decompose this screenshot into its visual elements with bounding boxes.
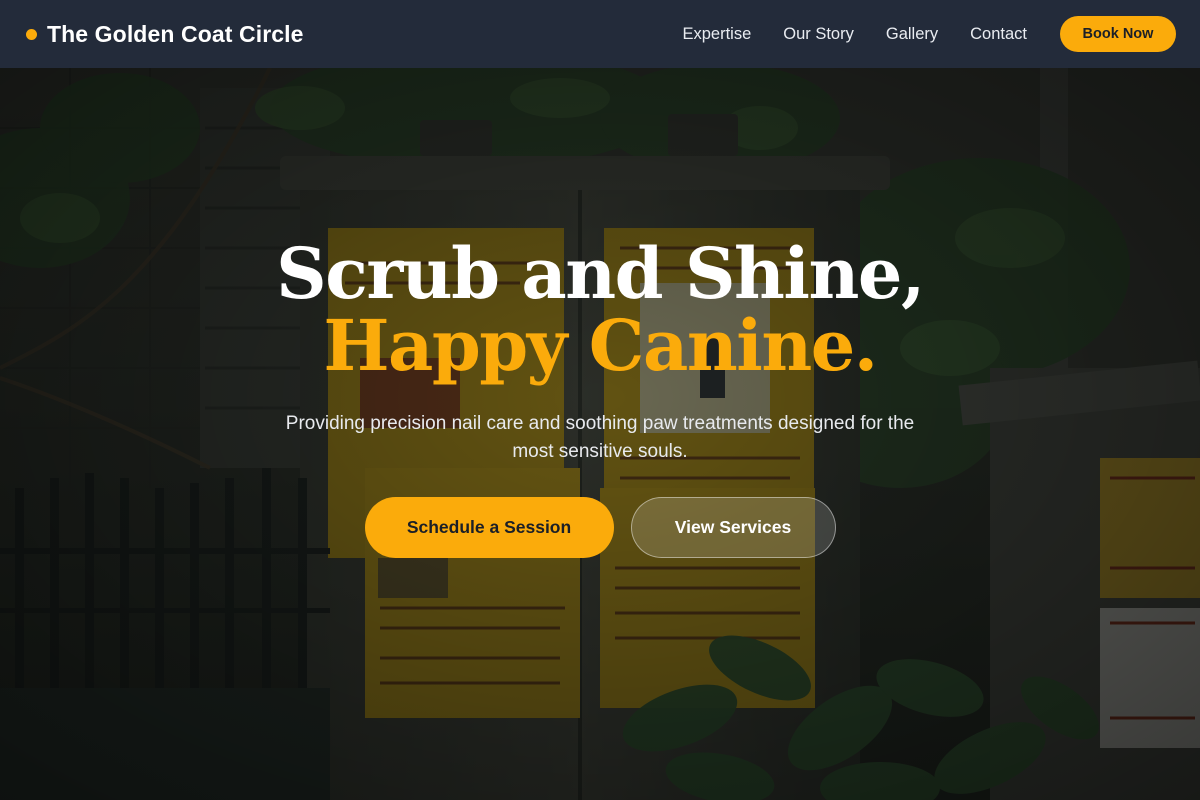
book-now-button[interactable]: Book Now bbox=[1060, 16, 1176, 52]
hero-headline: Scrub and Shine, Happy Canine. bbox=[0, 238, 1200, 382]
nav-link-gallery[interactable]: Gallery bbox=[886, 25, 938, 44]
nav-link-contact[interactable]: Contact bbox=[970, 25, 1027, 44]
schedule-session-button[interactable]: Schedule a Session bbox=[364, 497, 614, 558]
hero-subtitle: Providing precision nail care and soothi… bbox=[285, 413, 915, 462]
navbar: The Golden Coat Circle Expertise Our Sto… bbox=[0, 0, 1200, 68]
brand[interactable]: The Golden Coat Circle bbox=[26, 21, 304, 48]
main-nav: Expertise Our Story Gallery Contact Book… bbox=[682, 16, 1176, 52]
nav-link-our-story[interactable]: Our Story bbox=[783, 25, 854, 44]
hero-cta-row: Schedule a Session View Services bbox=[0, 497, 1200, 558]
brand-name[interactable]: The Golden Coat Circle bbox=[47, 21, 304, 48]
headline-line-2: Happy Canine. bbox=[323, 304, 878, 387]
view-services-button[interactable]: View Services bbox=[630, 497, 836, 558]
brand-dot-icon bbox=[26, 28, 37, 40]
nav-link-expertise[interactable]: Expertise bbox=[682, 25, 751, 44]
headline-line-1: Scrub and Shine, bbox=[276, 232, 925, 315]
